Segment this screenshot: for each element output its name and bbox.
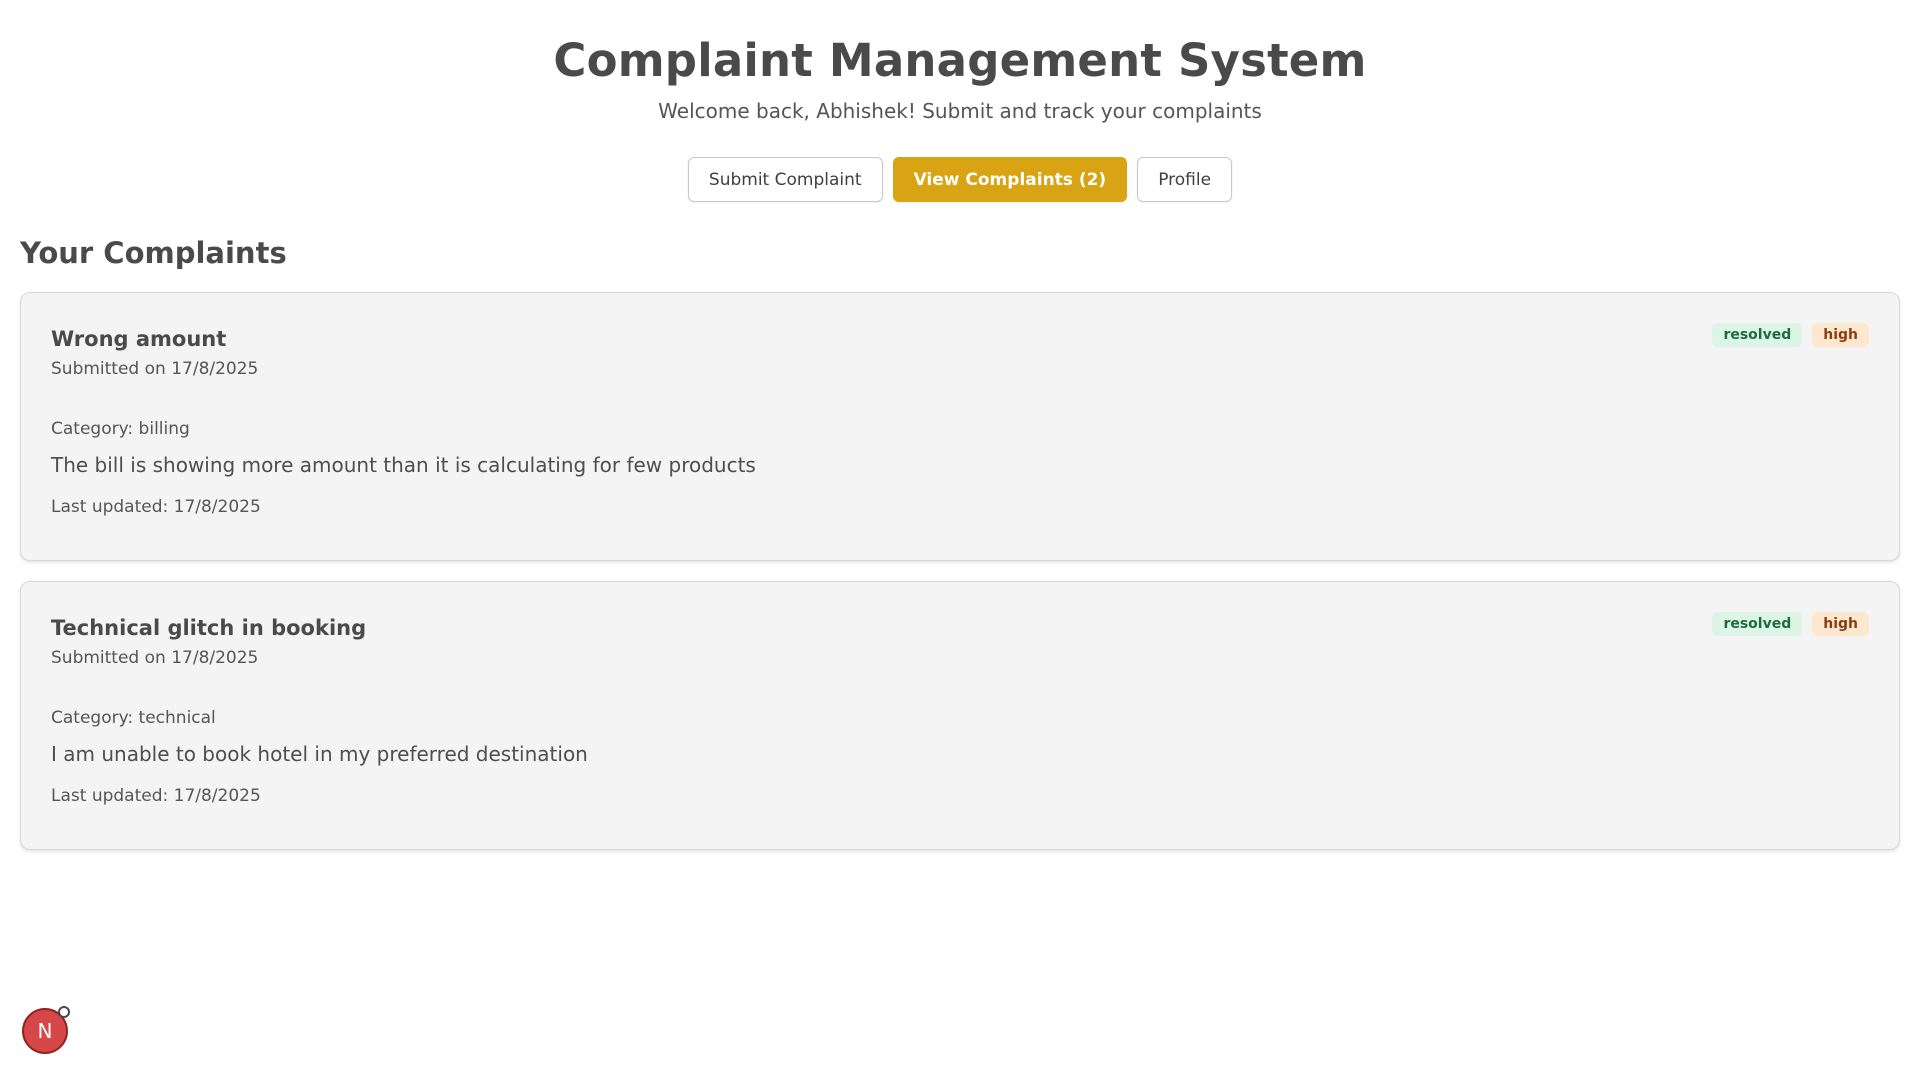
- submit-complaint-button[interactable]: Submit Complaint: [687, 157, 883, 202]
- status-badge: resolved: [1712, 323, 1803, 347]
- profile-button[interactable]: Profile: [1137, 157, 1233, 202]
- badge-group: resolved high: [1712, 323, 1869, 347]
- complaint-title: Technical glitch in booking: [51, 616, 367, 640]
- complaint-description: The bill is showing more amount than it …: [51, 453, 756, 477]
- page-header: Complaint Management System Welcome back…: [0, 0, 1920, 123]
- status-badge: resolved: [1712, 612, 1803, 636]
- complaint-submitted-date: Submitted on 17/8/2025: [51, 648, 259, 668]
- complaint-description: I am unable to book hotel in my preferre…: [51, 742, 588, 766]
- notification-dot-icon: [58, 1006, 70, 1018]
- priority-badge: high: [1812, 612, 1869, 636]
- complaint-submitted-date: Submitted on 17/8/2025: [51, 359, 259, 379]
- page: Complaint Management System Welcome back…: [0, 0, 1920, 1080]
- complaint-card: resolved high Wrong amount Submitted on …: [20, 292, 1900, 561]
- section-title: Your Complaints: [20, 236, 287, 270]
- complaint-last-updated: Last updated: 17/8/2025: [51, 497, 261, 517]
- view-complaints-button[interactable]: View Complaints (2): [892, 157, 1128, 202]
- complaint-last-updated: Last updated: 17/8/2025: [51, 786, 261, 806]
- devtools-letter: N: [37, 1019, 53, 1043]
- priority-badge: high: [1812, 323, 1869, 347]
- complaint-title: Wrong amount: [51, 327, 227, 351]
- complaint-category: Category: technical: [51, 708, 216, 728]
- main-nav: Submit Complaint View Complaints (2) Pro…: [0, 157, 1920, 202]
- complaint-category: Category: billing: [51, 419, 190, 439]
- complaint-card: resolved high Technical glitch in bookin…: [20, 581, 1900, 850]
- page-title: Complaint Management System: [553, 34, 1367, 87]
- welcome-subtitle: Welcome back, Abhishek! Submit and track…: [658, 99, 1262, 123]
- nextjs-devtools-icon[interactable]: N: [22, 1006, 70, 1054]
- complaint-list: resolved high Wrong amount Submitted on …: [20, 292, 1900, 850]
- badge-group: resolved high: [1712, 612, 1869, 636]
